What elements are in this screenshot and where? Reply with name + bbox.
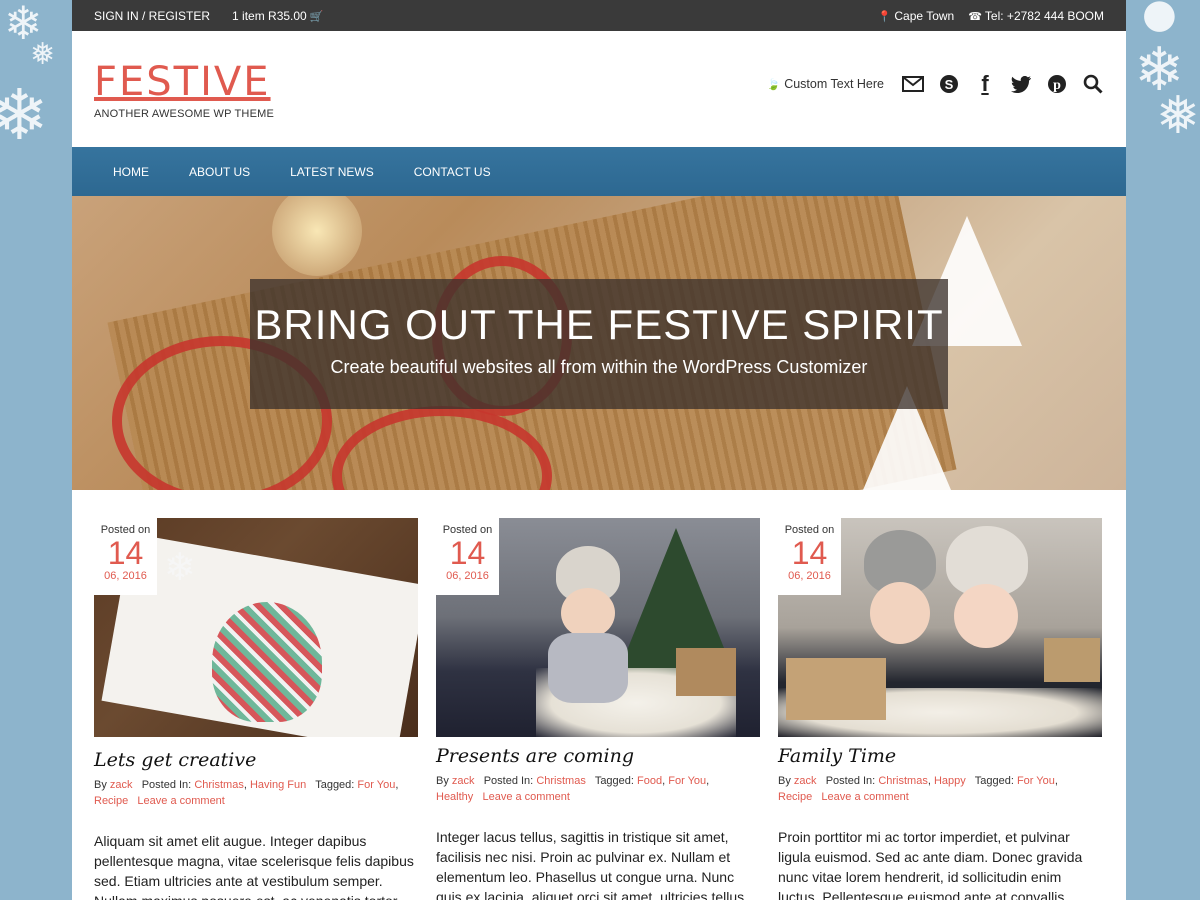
tag-link[interactable]: Food <box>637 775 662 787</box>
phone-text: Tel: +2782 444 BOOM <box>984 8 1104 23</box>
pinterest-icon[interactable]: p <box>1046 73 1068 95</box>
location: 📍 Cape Town <box>878 9 955 23</box>
post-day: 14 <box>449 535 486 571</box>
posted-in-label: Posted In: <box>483 775 534 787</box>
by-label: By <box>94 779 107 791</box>
page: SIGN IN / REGISTER 1 item R35.00 🛒 📍 Cape … <box>72 0 1126 900</box>
post-month-year: 06, 2016 <box>104 570 147 582</box>
custom-text-label: Custom Text Here <box>784 77 884 91</box>
svg-text:p: p <box>1053 78 1061 93</box>
site-tagline: ANOTHER AWESOME WP THEME <box>94 108 275 120</box>
header-actions: 🍃 Custom Text Here S f p <box>766 71 1104 96</box>
leave-comment-link[interactable]: Leave a comment <box>137 795 224 807</box>
location-text: Cape Town <box>894 8 955 23</box>
cart-icon: 🛒 <box>309 10 324 23</box>
post-thumbnail[interactable]: Posted on 14 06, 2016 <box>436 518 760 737</box>
hero-banner: BRING OUT THE FESTIVE SPIRIT Create beau… <box>72 196 1126 490</box>
category-link[interactable]: Christmas <box>878 775 928 787</box>
tag-link[interactable]: Healthy <box>436 791 473 803</box>
santa-drawing <box>212 602 322 722</box>
post-date-badge: Posted on 14 06, 2016 <box>94 518 157 595</box>
facebook-icon[interactable]: f <box>974 71 996 96</box>
twitter-icon[interactable] <box>1010 73 1032 95</box>
gift-box <box>1044 638 1100 682</box>
tagged-label: Tagged: <box>315 779 355 791</box>
post-excerpt: Integer lacus tellus, sagittis in tristi… <box>436 829 749 900</box>
posted-in-label: Posted In: <box>141 779 192 791</box>
tag-link[interactable]: For You <box>357 779 395 791</box>
post-excerpt: Aliquam sit amet elit augue. Integer dap… <box>94 833 414 900</box>
post-month-year: 06, 2016 <box>788 570 831 582</box>
site-header: FESTIVE ANOTHER AWESOME WP THEME 🍃 Custom… <box>72 31 1126 147</box>
leave-comment-link[interactable]: Leave a comment <box>821 791 908 803</box>
tagged-label: Tagged: <box>974 775 1014 787</box>
post-card: Posted on 14 06, 2016 Family Time By zac… <box>778 518 1102 900</box>
by-label: By <box>436 775 449 787</box>
post-meta: By zack Posted In: Christmas Tagged: Foo… <box>436 775 710 803</box>
gift-box <box>676 648 736 696</box>
hero-caption: BRING OUT THE FESTIVE SPIRIT Create beau… <box>250 279 948 409</box>
post-day: 14 <box>791 535 828 571</box>
post-day: 14 <box>107 535 144 571</box>
site-logo[interactable]: FESTIVE <box>94 59 271 105</box>
gift-box <box>786 658 886 720</box>
child-body <box>548 633 628 703</box>
tag-link[interactable]: Recipe <box>94 795 128 807</box>
snowflake-decor-right: ● ❄ ❅ <box>1126 0 1200 900</box>
skype-icon[interactable]: S <box>938 73 960 95</box>
phone: ☎ Tel: +2782 444 BOOM <box>968 9 1104 23</box>
top-bar: SIGN IN / REGISTER 1 item R35.00 🛒 📍 Cape … <box>72 0 1126 31</box>
hero-subtitle: Create beautiful websites all from withi… <box>330 357 868 377</box>
category-link[interactable]: Having Fun <box>250 779 306 791</box>
tag-link[interactable]: Recipe <box>778 791 812 803</box>
post-excerpt: Proin porttitor mi ac tortor imperdiet, … <box>778 829 1083 900</box>
category-link[interactable]: Christmas <box>536 775 586 787</box>
post-meta: By zack Posted In: Christmas, Happy Tagg… <box>778 775 1058 803</box>
nav-latest-news[interactable]: LATEST NEWS <box>270 161 394 183</box>
light-bokeh <box>272 196 362 276</box>
by-label: By <box>778 775 791 787</box>
post-title[interactable]: Family Time <box>778 745 1102 767</box>
search-icon[interactable] <box>1082 73 1104 95</box>
post-thumbnail[interactable]: ❄ Posted on 14 06, 2016 <box>94 518 418 737</box>
main-navigation: HOME ABOUT US LATEST NEWS CONTACT US <box>72 147 1126 196</box>
child-face <box>561 588 615 638</box>
cart-link[interactable]: 1 item R35.00 🛒 <box>232 9 323 23</box>
posted-in-label: Posted In: <box>825 775 876 787</box>
author-link[interactable]: zack <box>110 779 133 791</box>
nav-contact-us[interactable]: CONTACT US <box>394 161 511 183</box>
snowflake-decor-left: ❄ ❄ ❅ <box>0 0 72 900</box>
map-pin-icon: 📍 <box>877 10 892 23</box>
post-title[interactable]: Lets get creative <box>94 749 418 771</box>
post-card: Posted on 14 06, 2016 Presents are comin… <box>436 518 760 900</box>
author-link[interactable]: zack <box>452 775 475 787</box>
sign-in-register-link[interactable]: SIGN IN / REGISTER <box>94 9 210 23</box>
category-link[interactable]: Happy <box>934 775 966 787</box>
category-link[interactable]: Christmas <box>194 779 244 791</box>
tag-link[interactable]: For You <box>668 775 706 787</box>
post-month-year: 06, 2016 <box>446 570 489 582</box>
custom-text: 🍃 Custom Text Here <box>766 77 884 91</box>
phone-icon: ☎ <box>968 10 982 23</box>
leave-comment-link[interactable]: Leave a comment <box>482 791 569 803</box>
post-title[interactable]: Presents are coming <box>436 745 760 767</box>
hero-title: BRING OUT THE FESTIVE SPIRIT <box>254 301 944 348</box>
child-face <box>870 582 930 644</box>
post-date-badge: Posted on 14 06, 2016 <box>778 518 841 595</box>
cart-summary: 1 item R35.00 <box>232 8 307 23</box>
nav-about-us[interactable]: ABOUT US <box>169 161 270 183</box>
tag-link[interactable]: For You <box>1017 775 1055 787</box>
email-icon[interactable] <box>902 73 924 95</box>
child-face <box>954 584 1018 648</box>
leaf-icon: 🍃 <box>766 78 781 91</box>
posts-grid: ❄ Posted on 14 06, 2016 Lets get creativ… <box>72 490 1126 900</box>
post-meta: By zack Posted In: Christmas, Having Fun… <box>94 779 399 807</box>
tagged-label: Tagged: <box>594 775 634 787</box>
nav-home[interactable]: HOME <box>93 161 169 183</box>
post-thumbnail[interactable]: Posted on 14 06, 2016 <box>778 518 1102 737</box>
post-card: ❄ Posted on 14 06, 2016 Lets get creativ… <box>94 518 418 900</box>
svg-text:S: S <box>945 77 954 92</box>
post-date-badge: Posted on 14 06, 2016 <box>436 518 499 595</box>
author-link[interactable]: zack <box>794 775 817 787</box>
